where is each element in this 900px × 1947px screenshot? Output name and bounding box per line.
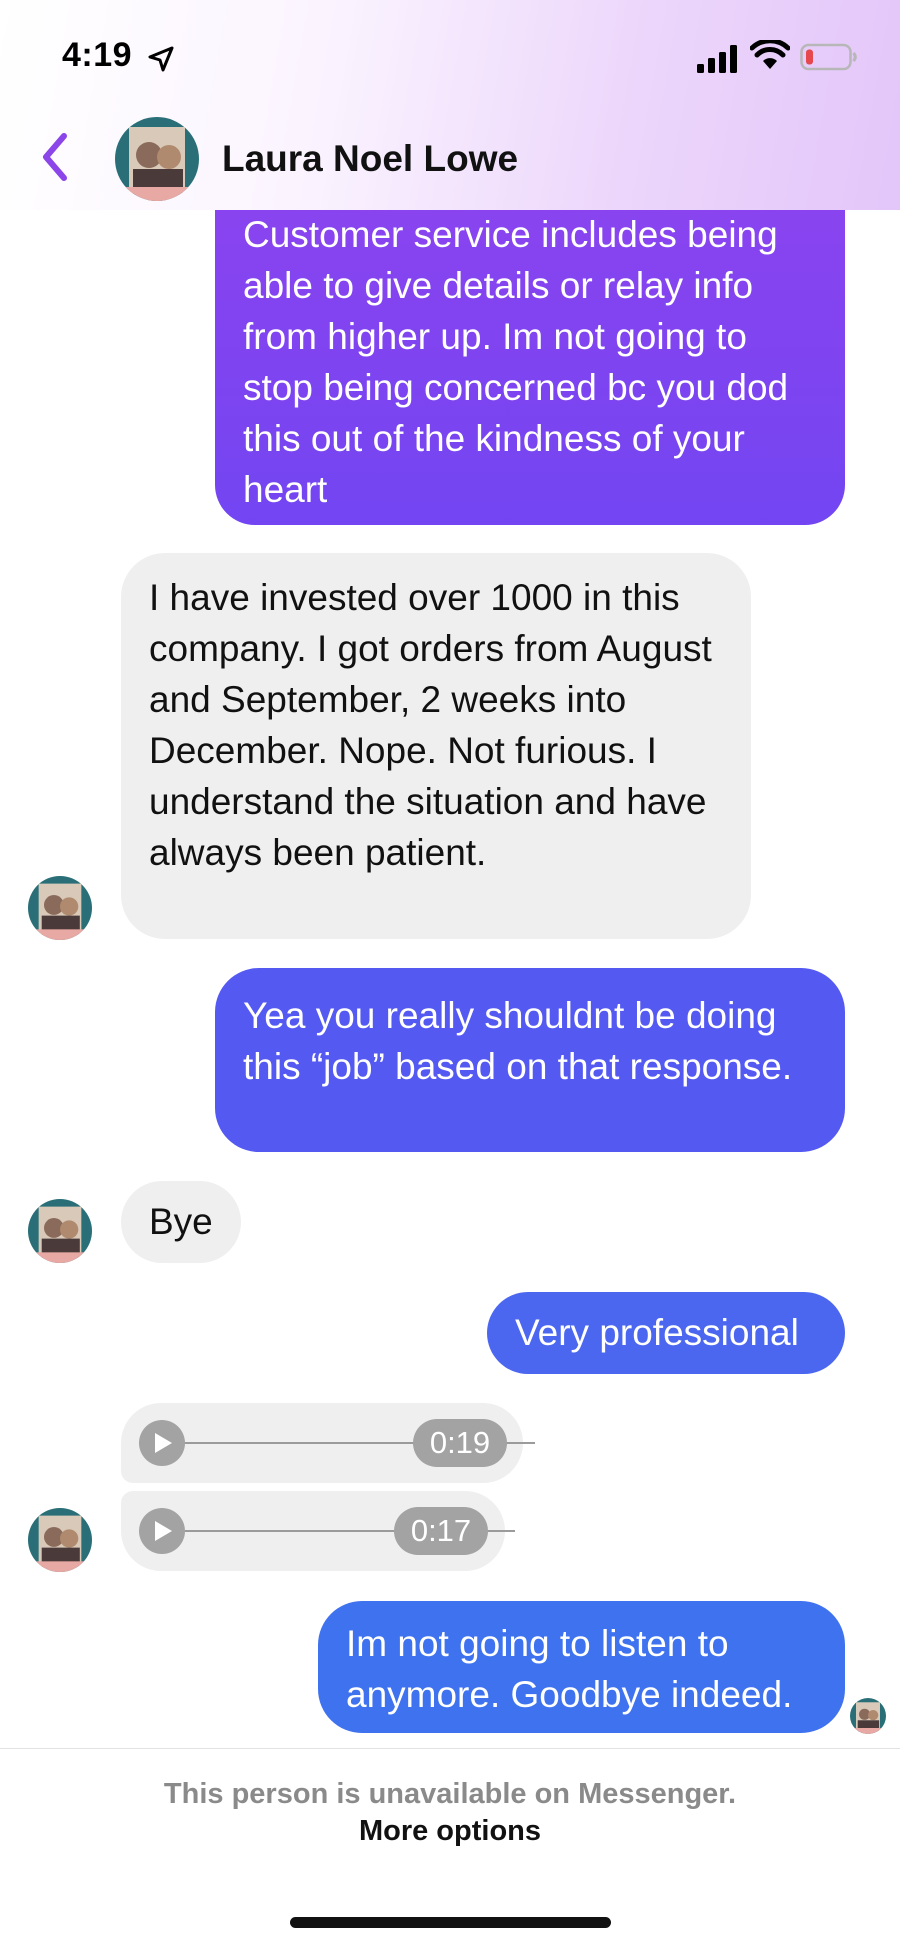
location-arrow-icon xyxy=(148,46,174,72)
back-chevron-icon[interactable] xyxy=(36,130,76,184)
play-icon xyxy=(155,1521,172,1541)
incoming-message[interactable]: I have invested over 1000 in this compan… xyxy=(121,553,751,939)
outgoing-message[interactable]: Im not going to listen to anymore. Goodb… xyxy=(318,1601,845,1733)
contact-avatar[interactable] xyxy=(115,117,199,201)
sender-avatar[interactable] xyxy=(28,1508,92,1572)
voice-duration: 0:17 xyxy=(394,1507,488,1555)
read-receipt-avatar xyxy=(850,1698,886,1734)
wifi-icon xyxy=(750,40,790,69)
signal-icon xyxy=(697,45,737,73)
outgoing-message[interactable]: Yea you really shouldnt be doing this “j… xyxy=(215,968,845,1152)
sender-avatar[interactable] xyxy=(28,1199,92,1263)
play-icon xyxy=(155,1433,172,1453)
outgoing-message[interactable]: Customer service includes being able to … xyxy=(215,195,845,525)
battery-low-icon xyxy=(800,43,857,71)
sender-avatar[interactable] xyxy=(28,876,92,940)
unavailable-notice: This person is unavailable on Messenger. xyxy=(163,1778,737,1810)
voice-message[interactable]: 0:17 xyxy=(121,1491,515,1571)
status-time: 4:19 xyxy=(62,36,133,74)
contact-name[interactable]: Laura Noel Lowe xyxy=(222,138,518,180)
footer-divider xyxy=(0,1748,900,1749)
home-indicator[interactable] xyxy=(290,1917,611,1928)
play-button[interactable] xyxy=(139,1420,185,1466)
play-button[interactable] xyxy=(139,1508,185,1554)
conversation-header: 4:19 Laura Noel Lowe xyxy=(0,0,900,210)
voice-message[interactable]: 0:19 xyxy=(121,1403,535,1483)
outgoing-message[interactable]: Very professional xyxy=(487,1292,845,1374)
incoming-message[interactable]: Bye xyxy=(121,1181,241,1263)
more-options-link[interactable]: More options xyxy=(0,1815,900,1848)
voice-duration: 0:19 xyxy=(413,1419,507,1467)
